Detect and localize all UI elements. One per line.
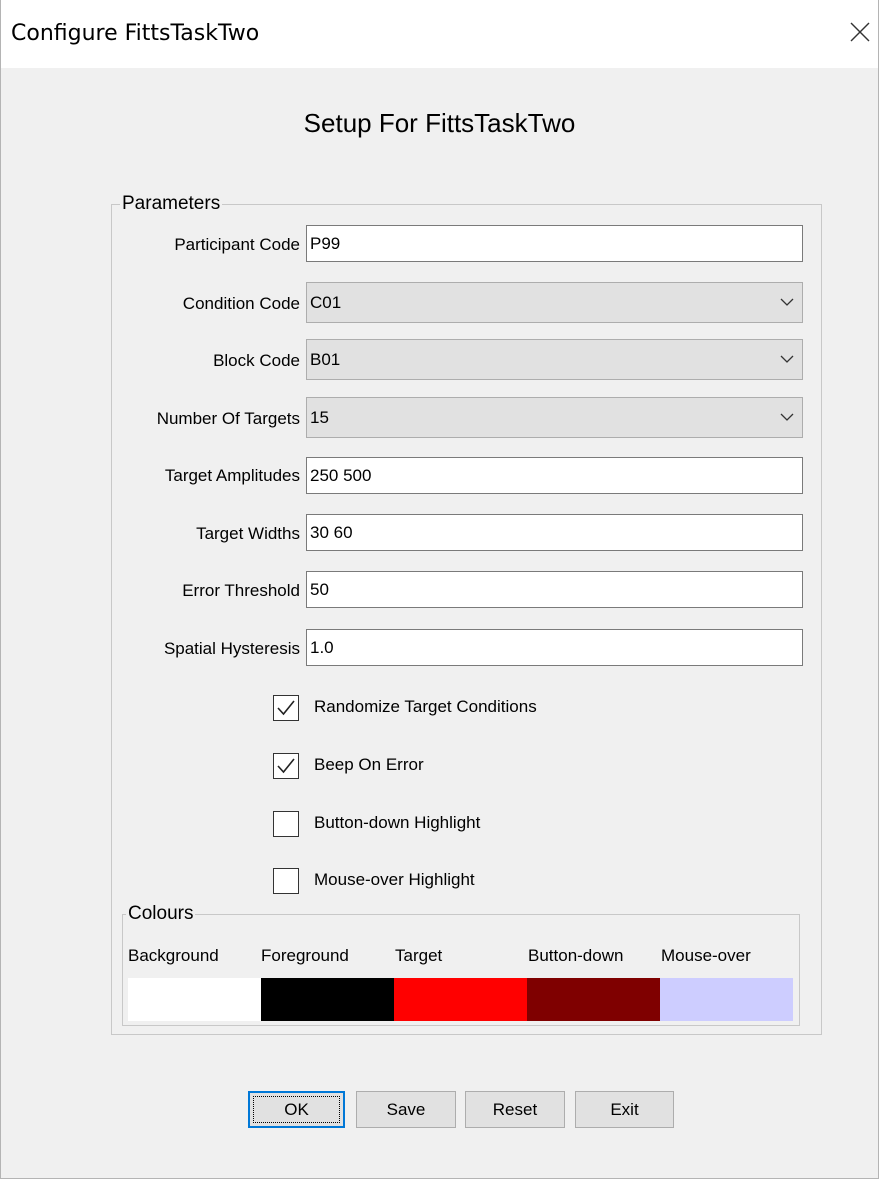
participant-code-input[interactable]: P99 [306,225,803,262]
mouse-over-colour-swatch[interactable] [660,978,793,1021]
background-colour-swatch[interactable] [128,978,261,1021]
parameters-legend: Parameters [122,193,221,214]
error-threshold-label: Error Threshold [182,581,300,600]
block-code-value: B01 [310,350,341,369]
swatch-label-mouse-over: Mouse-over [661,946,751,965]
button-down-highlight-checkbox[interactable] [273,811,299,837]
checkbox-label: Beep On Error [314,755,424,774]
block-code-select[interactable]: B01 [306,339,803,380]
number-of-targets-label: Number Of Targets [156,409,300,428]
target-widths-input[interactable]: 30 60 [306,514,803,551]
target-amplitudes-input[interactable]: 250 500 [306,457,803,494]
exit-button-label: Exit [610,1100,639,1119]
focus-ring [253,1096,340,1123]
page-title: Setup For FittsTaskTwo [303,108,576,138]
condition-code-value: C01 [310,293,342,312]
checkbox-label: Mouse-over Highlight [314,870,475,889]
randomize-target-conditions-checkbox[interactable] [273,695,299,721]
close-button[interactable] [842,14,878,50]
checkbox-label: Randomize Target Conditions [314,697,537,716]
checkbox-label: Button-down Highlight [314,813,481,832]
number-of-targets-select[interactable]: 15 [306,397,803,438]
swatch-label-button-down: Button-down [528,946,624,965]
swatch-label-target: Target [395,946,443,965]
chevron-down-icon [780,298,794,306]
number-of-targets-value: 15 [310,408,329,427]
spatial-hysteresis-label: Spatial Hysteresis [163,639,300,658]
participant-code-label: Participant Code [174,235,300,254]
spatial-hysteresis-input[interactable]: 1.0 [306,629,803,666]
swatch-label-foreground: Foreground [261,946,349,965]
beep-on-error-checkbox[interactable] [273,753,299,779]
button-down-colour-swatch[interactable] [527,978,660,1021]
ok-button[interactable]: OK [248,1091,345,1128]
condition-code-select[interactable]: C01 [306,282,803,323]
error-threshold-input[interactable]: 50 [306,571,803,608]
target-amplitudes-label: Target Amplitudes [164,466,300,485]
foreground-colour-swatch[interactable] [261,978,394,1021]
swatch-label-background: Background [128,946,219,965]
target-colour-swatch[interactable] [394,978,527,1021]
save-button[interactable]: Save [356,1091,456,1128]
reset-button-label: Reset [492,1100,538,1119]
condition-code-label: Condition Code [182,294,300,313]
colours-legend: Colours [128,903,194,924]
exit-button[interactable]: Exit [575,1091,674,1128]
chevron-down-icon [780,355,794,363]
close-icon [850,22,870,42]
mouse-over-highlight-checkbox[interactable] [273,868,299,894]
reset-button[interactable]: Reset [465,1091,565,1128]
title-bar: Configure FittsTaskTwo [1,0,878,68]
checkmark-icon [277,700,295,716]
configure-dialog: Configure FittsTaskTwo Setup For FittsTa… [0,0,879,1179]
checkmark-icon [277,758,295,774]
block-code-label: Block Code [213,351,300,370]
save-button-label: Save [386,1100,426,1119]
window-title: Configure FittsTaskTwo [11,21,260,46]
target-widths-label: Target Widths [196,524,300,543]
chevron-down-icon [780,413,794,421]
